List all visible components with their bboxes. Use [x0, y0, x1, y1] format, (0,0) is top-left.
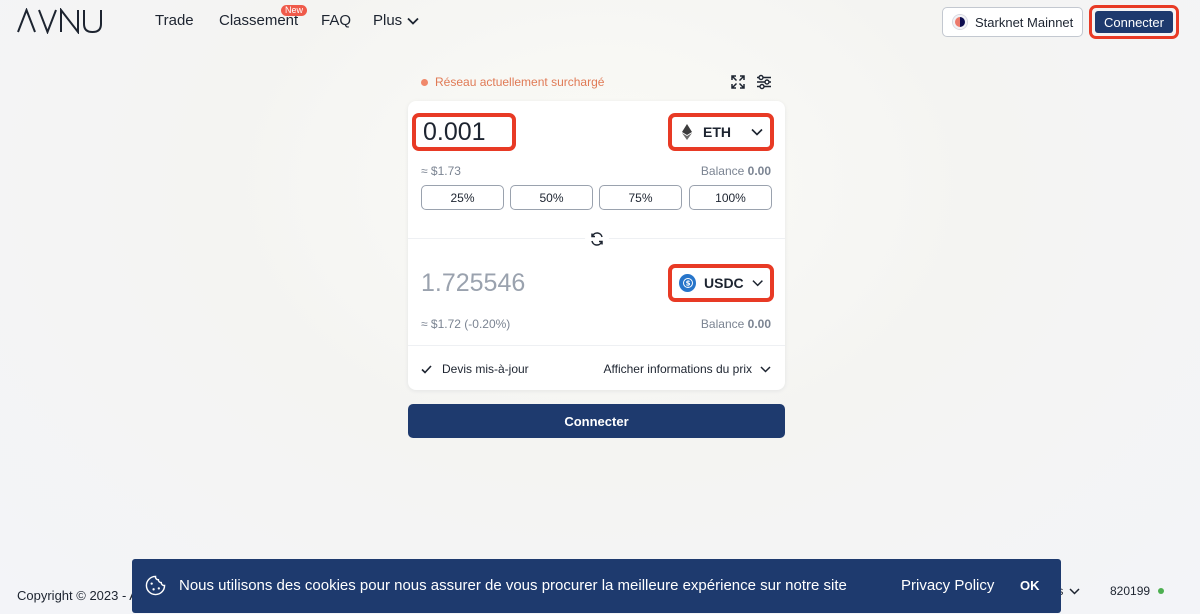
- top-header: Trade Classement New FAQ Plus Starknet M…: [0, 0, 1200, 44]
- block-number: 820199: [1110, 584, 1151, 598]
- buy-balance-value: 0.00: [747, 317, 771, 331]
- check-icon: [421, 364, 432, 374]
- divider: [408, 345, 785, 346]
- nav-trade[interactable]: Trade: [155, 12, 194, 29]
- swap-direction-button[interactable]: [585, 227, 609, 251]
- online-status-dot: [1158, 588, 1165, 594]
- copyright-text: Copyright © 2023 - A: [17, 588, 138, 603]
- price-info-label: Afficher informations du prix: [603, 362, 752, 376]
- cookie-ok-button[interactable]: OK: [1020, 578, 1040, 593]
- cookie-banner: Nous utilisons des cookies pour nous ass…: [132, 559, 1061, 613]
- percent-100-button[interactable]: 100%: [689, 185, 772, 210]
- network-status: Réseau actuellement surchargé: [421, 75, 604, 89]
- sell-token-selector[interactable]: ETH: [668, 113, 774, 151]
- sell-balance-value: 0.00: [747, 164, 771, 178]
- avnu-logo[interactable]: [17, 8, 103, 34]
- sell-balance-label: Balance: [700, 164, 745, 178]
- expand-icon[interactable]: [730, 74, 746, 90]
- settings-sliders-icon[interactable]: [756, 74, 772, 90]
- chevron-down-icon: [1069, 587, 1080, 595]
- chevron-down-icon: [760, 365, 771, 373]
- buy-balance-label: Balance: [700, 317, 745, 331]
- quote-status: Devis mis-à-jour: [421, 362, 529, 376]
- nav-plus-label: Plus: [373, 12, 403, 29]
- chevron-down-icon: [751, 128, 763, 136]
- sell-balance: Balance 0.00: [701, 164, 771, 178]
- connect-wallet-label: Connecter: [1095, 11, 1173, 33]
- chevron-down-icon: [752, 280, 763, 287]
- swap-card: 0.001 ETH ≈ $1.73 Balance 0.00 25% 50% 7…: [408, 101, 785, 390]
- chevron-down-icon: [407, 17, 419, 25]
- sell-fiat-value: ≈ $1.73: [421, 164, 461, 178]
- connect-wallet-button[interactable]: Connecter: [1089, 5, 1179, 39]
- cookie-icon: [145, 575, 166, 596]
- connect-button[interactable]: Connecter: [408, 404, 785, 438]
- svg-text:$: $: [685, 280, 690, 288]
- buy-token-label: USDC: [704, 275, 744, 291]
- buy-balance: Balance 0.00: [701, 317, 771, 331]
- new-badge: New: [281, 5, 308, 16]
- network-label: Starknet Mainnet: [975, 14, 1074, 30]
- network-status-text: Réseau actuellement surchargé: [435, 75, 605, 89]
- starknet-icon: [953, 15, 967, 29]
- percent-75-button[interactable]: 75%: [599, 185, 682, 210]
- block-indicator: 820199: [1110, 584, 1165, 598]
- buy-token-selector[interactable]: $ USDC: [668, 264, 774, 302]
- buy-amount-output: 1.725546: [421, 269, 526, 297]
- quote-status-text: Devis mis-à-jour: [442, 362, 529, 376]
- cookie-message: Nous utilisons des cookies pour nous ass…: [179, 577, 847, 594]
- buy-fiat-value: ≈ $1.72 (-0.20%): [421, 317, 511, 331]
- refresh-icon: [591, 232, 603, 246]
- price-info-toggle[interactable]: Afficher informations du prix: [603, 362, 771, 376]
- status-dot-icon: [421, 78, 428, 86]
- nav-faq[interactable]: FAQ: [321, 12, 351, 29]
- privacy-policy-link[interactable]: Privacy Policy: [901, 577, 994, 594]
- sell-token-label: ETH: [703, 124, 731, 140]
- network-selector-button[interactable]: Starknet Mainnet: [942, 7, 1083, 37]
- eth-icon: [679, 124, 695, 140]
- sell-amount-input[interactable]: 0.001: [412, 113, 516, 151]
- usdc-icon: $: [679, 274, 696, 292]
- percent-25-button[interactable]: 25%: [421, 185, 504, 210]
- percent-50-button[interactable]: 50%: [510, 185, 593, 210]
- nav-plus-menu[interactable]: Plus: [373, 12, 419, 29]
